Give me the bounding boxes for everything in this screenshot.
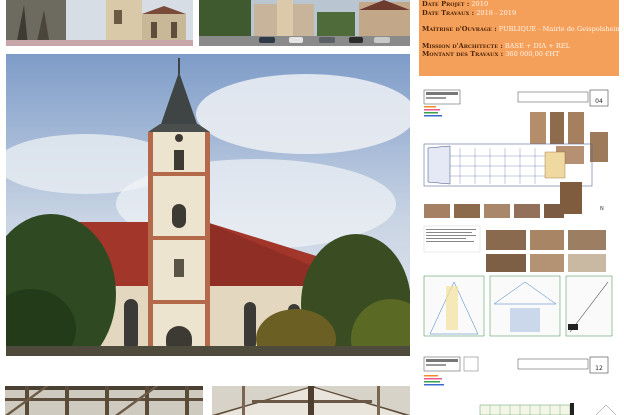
maitrise-row: Maîtrise d'Ouvrage : PUBLIQUE - Mairie d… (422, 25, 622, 34)
photo-roof-framing-left (5, 386, 203, 415)
montant-label: Montant des Travaux : (422, 50, 504, 59)
project-info-panel: Date Projet : 2010 Date Travaux : 2018 -… (419, 0, 622, 76)
photo-roof-framing-right (212, 386, 410, 415)
maitrise-label: Maîtrise d'Ouvrage : (422, 25, 497, 34)
date-projet-value: 2010 (471, 0, 489, 8)
drawing-sheet-elevations: 12 (420, 353, 618, 415)
sheet1-number: 04 (595, 98, 603, 105)
photo-church-main (6, 54, 410, 356)
mission-row: Mission d'Architecte : BASE + DIA + REL (422, 42, 619, 51)
montant-value: 360 000,00 €HT (505, 50, 560, 59)
maitrise-value: PUBLIQUE - Mairie de Geispolsheim (498, 25, 622, 34)
photo-street-view (199, 0, 410, 46)
montant-row: Montant des Travaux : 360 000,00 €HT (422, 50, 619, 59)
date-projet-row: Date Projet : 2010 (422, 0, 619, 9)
sheet2-number: 12 (595, 365, 603, 372)
mission-value: BASE + DIA + REL (504, 41, 571, 50)
date-projet-label: Date Projet : (422, 0, 470, 8)
date-travaux-row: Date Travaux : 2018 - 2019 (422, 9, 619, 18)
svg-text:N: N (600, 206, 604, 212)
date-travaux-value: 2018 - 2019 (476, 8, 517, 17)
photo-church-exterior-small (6, 0, 193, 46)
mission-label: Mission d'Architecte : (422, 41, 503, 50)
drawing-sheet-plans: 04 N (420, 86, 618, 344)
date-travaux-label: Date Travaux : (422, 8, 475, 17)
